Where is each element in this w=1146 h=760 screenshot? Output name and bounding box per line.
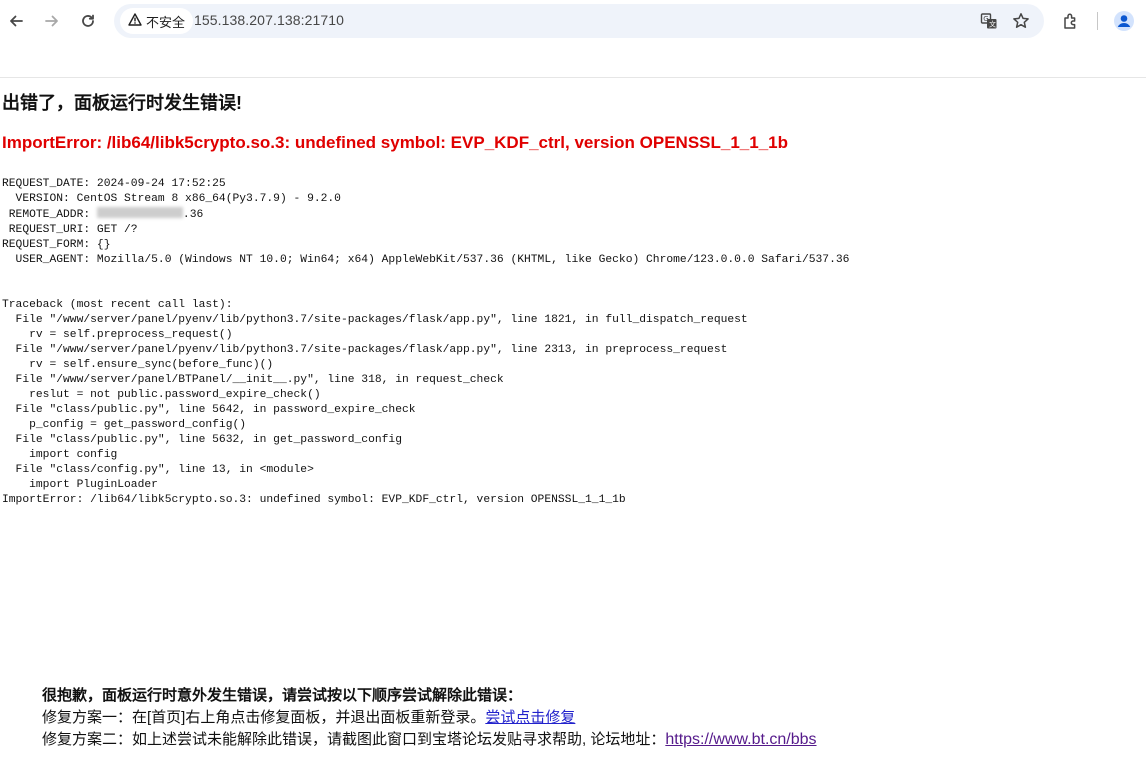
browser-toolbar: 不安全 155.138.207.138:21710 G文 [0, 0, 1146, 42]
address-bar[interactable]: 不安全 155.138.207.138:21710 G文 [114, 4, 1044, 38]
forward-icon[interactable] [40, 9, 64, 33]
back-icon[interactable] [4, 9, 28, 33]
translate-icon[interactable]: G文 [980, 12, 998, 30]
version-info: VERSION: CentOS Stream 8 x86_64(Py3.7.9)… [2, 193, 341, 205]
page-title: 出错了，面板运行时发生错误! [2, 93, 242, 113]
fix-option-1-text: 修复方案一：在[首页]右上角点击修复面板，并退出面板重新登录。 [42, 709, 486, 726]
traceback-line: File "/www/server/panel/pyenv/lib/python… [2, 344, 728, 356]
traceback-line: import PluginLoader [2, 479, 158, 491]
security-chip[interactable]: 不安全 [120, 8, 194, 34]
traceback-line: File "class/config.py", line 13, in <mod… [2, 464, 314, 476]
forum-link[interactable]: https://www.bt.cn/bbs [665, 731, 816, 748]
traceback-line: Traceback (most recent call last): [2, 299, 233, 311]
extensions-icon[interactable] [1059, 9, 1083, 33]
request-uri: REQUEST_URI: GET /? [2, 224, 138, 236]
request-form: REQUEST_FORM: {} [2, 239, 111, 251]
fix-option-2: 修复方案二：如上述尝试未能解除此错误，请截图此窗口到宝塔论坛发贴寻求帮助, 论坛… [42, 729, 817, 751]
traceback-line: p_config = get_password_config() [2, 419, 247, 431]
redacted-ip [96, 207, 183, 218]
help-title: 很抱歉，面板运行时意外发生错误，请尝试按以下顺序尝试解除此错误： [42, 687, 523, 704]
star-icon[interactable] [1012, 12, 1030, 30]
traceback-line: import config [2, 449, 118, 461]
svg-text:文: 文 [989, 20, 996, 29]
toolbar-separator [1097, 12, 1098, 30]
traceback-line: rv = self.ensure_sync(before_func)() [2, 359, 274, 371]
request-info: REQUEST_DATE: 2024-09-24 17:52:25 VERSIO… [2, 177, 849, 268]
page-top-divider [0, 77, 1146, 78]
svg-text:G: G [983, 15, 988, 23]
remote-addr-label: REMOTE_ADDR: [2, 209, 97, 221]
profile-icon[interactable] [1112, 9, 1136, 33]
traceback-line: File "/www/server/panel/BTPanel/__init__… [2, 374, 504, 386]
traceback-line: rv = self.preprocess_request() [2, 329, 233, 341]
error-headline: ImportError: /lib64/libk5crypto.so.3: un… [2, 133, 788, 152]
traceback: Traceback (most recent call last): File … [2, 298, 748, 508]
repair-link[interactable]: 尝试点击修复 [485, 709, 575, 726]
help-section: 很抱歉，面板运行时意外发生错误，请尝试按以下顺序尝试解除此错误： 修复方案一：在… [42, 685, 817, 751]
traceback-line: File "/www/server/panel/pyenv/lib/python… [2, 314, 748, 326]
warning-icon [128, 13, 142, 29]
remote-addr-suffix: .36 [182, 209, 204, 221]
traceback-line: File "class/public.py", line 5642, in pa… [2, 404, 416, 416]
reload-icon[interactable] [76, 9, 100, 33]
request-date: REQUEST_DATE: 2024-09-24 17:52:25 [2, 178, 226, 190]
url-text[interactable]: 155.138.207.138:21710 [194, 12, 344, 28]
traceback-line: reslut = not public.password_expire_chec… [2, 389, 321, 401]
traceback-error-line: ImportError: /lib64/libk5crypto.so.3: un… [2, 494, 626, 506]
traceback-line: File "class/public.py", line 5632, in ge… [2, 434, 402, 446]
fix-option-2-text: 修复方案二：如上述尝试未能解除此错误，请截图此窗口到宝塔论坛发贴寻求帮助, 论坛… [42, 731, 666, 748]
security-label: 不安全 [146, 14, 186, 30]
user-agent: USER_AGENT: Mozilla/5.0 (Windows NT 10.0… [2, 254, 850, 266]
fix-option-1: 修复方案一：在[首页]右上角点击修复面板，并退出面板重新登录。尝试点击修复 [42, 707, 817, 729]
